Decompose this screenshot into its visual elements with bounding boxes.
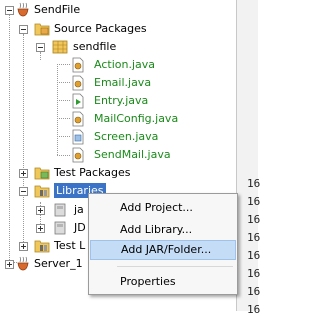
tree-guide bbox=[57, 118, 70, 119]
java-file-email[interactable]: Email.java bbox=[94, 75, 151, 90]
line-number: 16 bbox=[247, 285, 261, 298]
tree-guide bbox=[40, 52, 41, 60]
project-icon bbox=[17, 2, 29, 17]
line-number: 16 bbox=[247, 177, 261, 190]
test-libraries-label[interactable]: Test L bbox=[54, 238, 85, 253]
menu-item-add-jar-folder[interactable]: Add JAR/Folder... bbox=[90, 240, 236, 260]
jdk-icon bbox=[54, 221, 66, 235]
test-packages-icon bbox=[34, 167, 50, 180]
tree-guide bbox=[57, 64, 58, 155]
tree-guide bbox=[57, 64, 70, 65]
menu-item-properties[interactable]: Properties bbox=[90, 272, 236, 292]
server-label[interactable]: Server_1 bbox=[34, 256, 83, 271]
java-file-action[interactable]: Action.java bbox=[94, 57, 155, 72]
collapse-toggle[interactable] bbox=[36, 43, 45, 52]
test-packages-label[interactable]: Test Packages bbox=[54, 165, 130, 180]
source-packages-icon bbox=[34, 23, 50, 36]
expand-toggle[interactable] bbox=[36, 224, 45, 233]
jar-icon bbox=[54, 203, 66, 217]
libraries-icon bbox=[34, 185, 50, 198]
source-packages-label[interactable]: Source Packages bbox=[54, 21, 147, 36]
context-menu: Add Project... Add Library... Add JAR/Fo… bbox=[88, 193, 238, 295]
library-item-label[interactable]: JD bbox=[74, 220, 86, 235]
java-file-icon bbox=[72, 75, 84, 91]
editor-gutter: 16 16 16 16 16 16 16 16 bbox=[236, 0, 261, 316]
menu-separator bbox=[117, 266, 233, 267]
line-number: 16 bbox=[247, 303, 261, 316]
package-label[interactable]: sendfile bbox=[73, 39, 116, 54]
line-number: 16 bbox=[247, 213, 261, 226]
java-file-entry[interactable]: Entry.java bbox=[94, 93, 148, 108]
library-item-label[interactable]: ja bbox=[74, 202, 84, 217]
java-file-screen[interactable]: Screen.java bbox=[94, 129, 158, 144]
line-number: 16 bbox=[247, 231, 261, 244]
package-icon bbox=[52, 40, 68, 54]
collapse-toggle[interactable] bbox=[19, 187, 28, 196]
java-file-sendmail[interactable]: SendMail.java bbox=[94, 147, 171, 162]
test-libraries-icon bbox=[34, 240, 50, 253]
tree-guide bbox=[23, 34, 24, 246]
expand-toggle[interactable] bbox=[5, 260, 14, 269]
menu-item-add-project[interactable]: Add Project... bbox=[90, 198, 236, 218]
menu-item-add-library[interactable]: Add Library... bbox=[90, 220, 236, 240]
java-main-file-icon bbox=[72, 93, 84, 109]
tree-guide bbox=[57, 136, 70, 137]
line-number: 16 bbox=[247, 267, 261, 280]
expand-toggle[interactable] bbox=[19, 242, 28, 251]
java-form-file-icon bbox=[72, 129, 84, 145]
line-number: 16 bbox=[247, 249, 261, 262]
java-file-icon bbox=[72, 111, 84, 127]
java-file-icon bbox=[72, 147, 84, 163]
server-project-icon bbox=[17, 256, 29, 271]
collapse-toggle[interactable] bbox=[5, 6, 14, 15]
expand-toggle[interactable] bbox=[19, 169, 28, 178]
java-file-mailconfig[interactable]: MailConfig.java bbox=[94, 111, 178, 126]
tree-guide bbox=[57, 100, 70, 101]
tree-guide bbox=[9, 14, 10, 260]
project-label[interactable]: SendFile bbox=[34, 2, 80, 17]
tree-guide bbox=[57, 155, 70, 156]
java-file-icon bbox=[72, 57, 84, 73]
tree-guide bbox=[57, 82, 70, 83]
collapse-toggle[interactable] bbox=[19, 25, 28, 34]
expand-toggle[interactable] bbox=[36, 206, 45, 215]
line-number: 16 bbox=[247, 195, 261, 208]
